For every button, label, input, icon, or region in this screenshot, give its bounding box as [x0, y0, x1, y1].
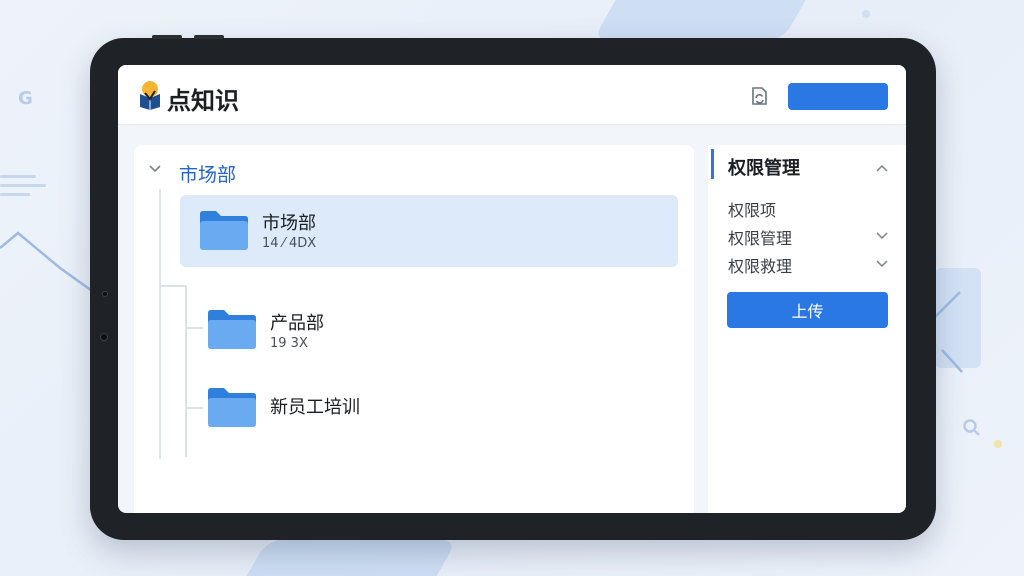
sync-file-icon[interactable] — [748, 85, 770, 107]
tree-line — [161, 285, 185, 287]
background-glyph-icon: G — [18, 88, 33, 109]
folder-name: 市场部 — [262, 213, 316, 234]
background-dot — [862, 10, 870, 18]
folder-meta: 19 3X — [270, 336, 308, 351]
tree-line — [187, 407, 203, 409]
book-logo-icon — [140, 81, 160, 110]
side-item-permission-item[interactable]: 权限项 — [728, 197, 776, 221]
background-search-icon — [963, 419, 980, 436]
folder-meta: 14 ⁄ 4DX — [262, 236, 317, 251]
folder-name: 产品部 — [270, 313, 324, 334]
panel-title: 权限管理 — [728, 158, 800, 179]
background-line-icon — [931, 291, 963, 373]
folder-icon — [208, 388, 256, 427]
background-decoration — [232, 540, 458, 576]
tablet-button — [194, 35, 224, 39]
app-title: 点知识 — [167, 87, 239, 115]
tablet-device: 点知识 市场部 市场部 14 ⁄ 4DX 产品部 19 3X 新员工培训 权限管… — [90, 35, 936, 540]
tablet-sensor — [102, 291, 108, 297]
side-item-permission-other[interactable]: 权限救理 — [728, 253, 792, 277]
folder-tree-panel: 市场部 市场部 14 ⁄ 4DX 产品部 19 3X 新员工培训 — [134, 145, 694, 513]
side-item-permission-manage[interactable]: 权限管理 — [728, 225, 792, 249]
folder-name: 新员工培训 — [270, 397, 360, 418]
header-action-button[interactable] — [788, 83, 888, 110]
chevron-up-icon[interactable] — [876, 164, 888, 172]
tablet-button — [152, 35, 182, 39]
folder-icon — [200, 211, 248, 250]
background-lines — [0, 175, 48, 202]
chevron-down-icon[interactable] — [148, 164, 162, 174]
app-header: 点知识 — [118, 65, 906, 125]
permissions-panel: 权限管理 权限项 权限管理 权限救理 上传 — [708, 145, 906, 513]
tablet-camera — [100, 333, 108, 341]
folder-item-selected[interactable]: 市场部 14 ⁄ 4DX — [180, 195, 678, 267]
tree-line — [159, 189, 161, 459]
folder-item[interactable]: 产品部 19 3X — [204, 305, 654, 365]
tree-line — [187, 327, 203, 329]
background-dot — [994, 440, 1002, 448]
folder-item[interactable]: 新员工培训 — [204, 383, 654, 443]
chevron-down-icon[interactable] — [876, 232, 888, 240]
tree-line — [185, 285, 187, 457]
folder-icon — [208, 310, 256, 349]
app-screen: 点知识 市场部 市场部 14 ⁄ 4DX 产品部 19 3X 新员工培训 权限管… — [118, 65, 906, 513]
panel-accent-bar — [711, 149, 714, 179]
background-decoration — [592, 0, 818, 40]
chevron-down-icon[interactable] — [876, 260, 888, 268]
upload-button[interactable]: 上传 — [727, 292, 888, 328]
tree-root-label[interactable]: 市场部 — [179, 160, 236, 187]
